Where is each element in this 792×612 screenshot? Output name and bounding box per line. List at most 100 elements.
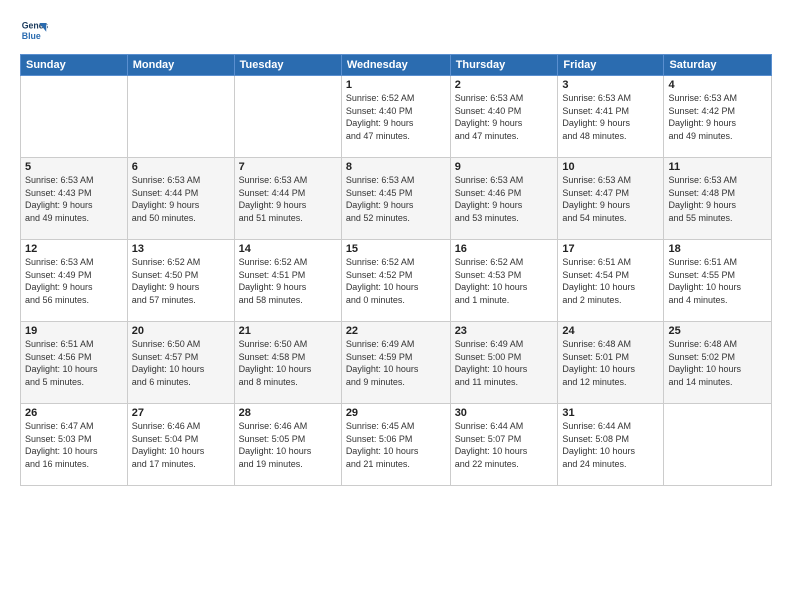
calendar-cell: 30Sunrise: 6:44 AM Sunset: 5:07 PM Dayli… [450, 404, 558, 486]
svg-text:Blue: Blue [22, 31, 41, 41]
calendar-cell: 14Sunrise: 6:52 AM Sunset: 4:51 PM Dayli… [234, 240, 341, 322]
day-number: 11 [668, 161, 767, 173]
calendar-cell: 4Sunrise: 6:53 AM Sunset: 4:42 PM Daylig… [664, 76, 772, 158]
day-number: 1 [346, 79, 446, 91]
day-number: 14 [239, 243, 337, 255]
calendar-cell [664, 404, 772, 486]
calendar-cell: 5Sunrise: 6:53 AM Sunset: 4:43 PM Daylig… [21, 158, 128, 240]
calendar-cell: 12Sunrise: 6:53 AM Sunset: 4:49 PM Dayli… [21, 240, 128, 322]
day-number: 2 [455, 79, 554, 91]
calendar-cell: 26Sunrise: 6:47 AM Sunset: 5:03 PM Dayli… [21, 404, 128, 486]
day-info: Sunrise: 6:52 AM Sunset: 4:51 PM Dayligh… [239, 256, 337, 306]
day-number: 19 [25, 325, 123, 337]
weekday-header-friday: Friday [558, 55, 664, 76]
day-info: Sunrise: 6:53 AM Sunset: 4:42 PM Dayligh… [668, 92, 767, 142]
day-number: 3 [562, 79, 659, 91]
calendar-cell: 2Sunrise: 6:53 AM Sunset: 4:40 PM Daylig… [450, 76, 558, 158]
day-number: 27 [132, 407, 230, 419]
day-info: Sunrise: 6:51 AM Sunset: 4:56 PM Dayligh… [25, 338, 123, 388]
day-number: 13 [132, 243, 230, 255]
calendar-cell: 24Sunrise: 6:48 AM Sunset: 5:01 PM Dayli… [558, 322, 664, 404]
day-info: Sunrise: 6:49 AM Sunset: 4:59 PM Dayligh… [346, 338, 446, 388]
day-info: Sunrise: 6:50 AM Sunset: 4:57 PM Dayligh… [132, 338, 230, 388]
day-number: 16 [455, 243, 554, 255]
day-number: 29 [346, 407, 446, 419]
calendar-cell: 1Sunrise: 6:52 AM Sunset: 4:40 PM Daylig… [341, 76, 450, 158]
calendar-cell: 15Sunrise: 6:52 AM Sunset: 4:52 PM Dayli… [341, 240, 450, 322]
day-info: Sunrise: 6:48 AM Sunset: 5:01 PM Dayligh… [562, 338, 659, 388]
day-info: Sunrise: 6:46 AM Sunset: 5:05 PM Dayligh… [239, 420, 337, 470]
calendar-cell: 13Sunrise: 6:52 AM Sunset: 4:50 PM Dayli… [127, 240, 234, 322]
calendar-cell: 27Sunrise: 6:46 AM Sunset: 5:04 PM Dayli… [127, 404, 234, 486]
day-info: Sunrise: 6:51 AM Sunset: 4:55 PM Dayligh… [668, 256, 767, 306]
day-info: Sunrise: 6:47 AM Sunset: 5:03 PM Dayligh… [25, 420, 123, 470]
day-number: 24 [562, 325, 659, 337]
day-number: 4 [668, 79, 767, 91]
day-number: 5 [25, 161, 123, 173]
calendar-cell: 3Sunrise: 6:53 AM Sunset: 4:41 PM Daylig… [558, 76, 664, 158]
calendar-cell: 11Sunrise: 6:53 AM Sunset: 4:48 PM Dayli… [664, 158, 772, 240]
day-info: Sunrise: 6:52 AM Sunset: 4:53 PM Dayligh… [455, 256, 554, 306]
weekday-header-monday: Monday [127, 55, 234, 76]
day-number: 15 [346, 243, 446, 255]
day-number: 10 [562, 161, 659, 173]
day-info: Sunrise: 6:53 AM Sunset: 4:40 PM Dayligh… [455, 92, 554, 142]
day-number: 21 [239, 325, 337, 337]
day-number: 18 [668, 243, 767, 255]
day-info: Sunrise: 6:53 AM Sunset: 4:47 PM Dayligh… [562, 174, 659, 224]
day-info: Sunrise: 6:44 AM Sunset: 5:08 PM Dayligh… [562, 420, 659, 470]
day-info: Sunrise: 6:53 AM Sunset: 4:48 PM Dayligh… [668, 174, 767, 224]
day-info: Sunrise: 6:50 AM Sunset: 4:58 PM Dayligh… [239, 338, 337, 388]
day-number: 23 [455, 325, 554, 337]
calendar-cell: 25Sunrise: 6:48 AM Sunset: 5:02 PM Dayli… [664, 322, 772, 404]
logo: General Blue [20, 16, 52, 44]
calendar-cell [234, 76, 341, 158]
calendar-cell: 22Sunrise: 6:49 AM Sunset: 4:59 PM Dayli… [341, 322, 450, 404]
day-info: Sunrise: 6:52 AM Sunset: 4:50 PM Dayligh… [132, 256, 230, 306]
weekday-header-wednesday: Wednesday [341, 55, 450, 76]
calendar-cell: 8Sunrise: 6:53 AM Sunset: 4:45 PM Daylig… [341, 158, 450, 240]
day-number: 17 [562, 243, 659, 255]
day-number: 30 [455, 407, 554, 419]
weekday-header-thursday: Thursday [450, 55, 558, 76]
day-number: 20 [132, 325, 230, 337]
weekday-header-saturday: Saturday [664, 55, 772, 76]
day-info: Sunrise: 6:49 AM Sunset: 5:00 PM Dayligh… [455, 338, 554, 388]
calendar-cell [21, 76, 128, 158]
calendar-cell: 29Sunrise: 6:45 AM Sunset: 5:06 PM Dayli… [341, 404, 450, 486]
calendar-cell: 31Sunrise: 6:44 AM Sunset: 5:08 PM Dayli… [558, 404, 664, 486]
day-info: Sunrise: 6:53 AM Sunset: 4:49 PM Dayligh… [25, 256, 123, 306]
calendar-cell: 6Sunrise: 6:53 AM Sunset: 4:44 PM Daylig… [127, 158, 234, 240]
day-info: Sunrise: 6:53 AM Sunset: 4:46 PM Dayligh… [455, 174, 554, 224]
calendar-cell: 21Sunrise: 6:50 AM Sunset: 4:58 PM Dayli… [234, 322, 341, 404]
calendar-cell: 16Sunrise: 6:52 AM Sunset: 4:53 PM Dayli… [450, 240, 558, 322]
day-info: Sunrise: 6:52 AM Sunset: 4:40 PM Dayligh… [346, 92, 446, 142]
day-info: Sunrise: 6:44 AM Sunset: 5:07 PM Dayligh… [455, 420, 554, 470]
day-number: 7 [239, 161, 337, 173]
day-info: Sunrise: 6:52 AM Sunset: 4:52 PM Dayligh… [346, 256, 446, 306]
logo-icon: General Blue [20, 16, 48, 44]
day-info: Sunrise: 6:53 AM Sunset: 4:41 PM Dayligh… [562, 92, 659, 142]
day-info: Sunrise: 6:53 AM Sunset: 4:43 PM Dayligh… [25, 174, 123, 224]
calendar-cell: 18Sunrise: 6:51 AM Sunset: 4:55 PM Dayli… [664, 240, 772, 322]
day-number: 9 [455, 161, 554, 173]
day-info: Sunrise: 6:53 AM Sunset: 4:44 PM Dayligh… [132, 174, 230, 224]
calendar-cell: 20Sunrise: 6:50 AM Sunset: 4:57 PM Dayli… [127, 322, 234, 404]
day-number: 26 [25, 407, 123, 419]
calendar-cell: 19Sunrise: 6:51 AM Sunset: 4:56 PM Dayli… [21, 322, 128, 404]
calendar-cell: 10Sunrise: 6:53 AM Sunset: 4:47 PM Dayli… [558, 158, 664, 240]
day-number: 28 [239, 407, 337, 419]
calendar-cell: 17Sunrise: 6:51 AM Sunset: 4:54 PM Dayli… [558, 240, 664, 322]
day-number: 8 [346, 161, 446, 173]
day-info: Sunrise: 6:53 AM Sunset: 4:44 PM Dayligh… [239, 174, 337, 224]
day-number: 25 [668, 325, 767, 337]
weekday-header-sunday: Sunday [21, 55, 128, 76]
day-info: Sunrise: 6:51 AM Sunset: 4:54 PM Dayligh… [562, 256, 659, 306]
weekday-header-tuesday: Tuesday [234, 55, 341, 76]
day-info: Sunrise: 6:46 AM Sunset: 5:04 PM Dayligh… [132, 420, 230, 470]
day-info: Sunrise: 6:45 AM Sunset: 5:06 PM Dayligh… [346, 420, 446, 470]
day-number: 12 [25, 243, 123, 255]
day-info: Sunrise: 6:53 AM Sunset: 4:45 PM Dayligh… [346, 174, 446, 224]
calendar-cell: 9Sunrise: 6:53 AM Sunset: 4:46 PM Daylig… [450, 158, 558, 240]
calendar-cell: 28Sunrise: 6:46 AM Sunset: 5:05 PM Dayli… [234, 404, 341, 486]
